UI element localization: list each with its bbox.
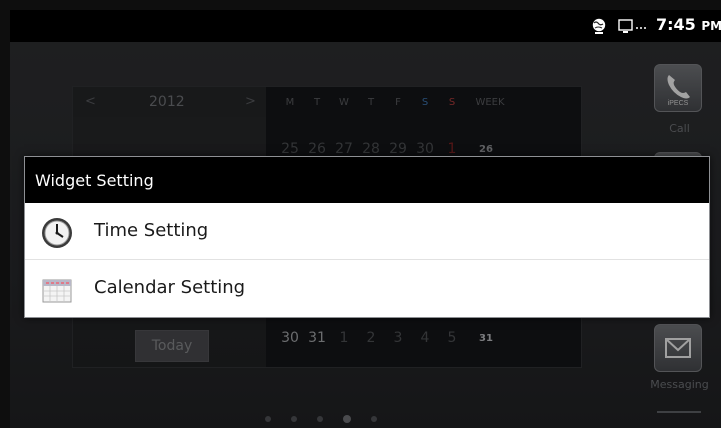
status-time: 7:45	[656, 15, 696, 34]
calendar-setting-label: Calendar Setting	[94, 277, 246, 298]
network-globe-icon	[592, 18, 606, 34]
status-ampm: PM	[701, 19, 721, 33]
calendar-setting-option[interactable]: Calendar Setting	[25, 260, 709, 317]
time-setting-label: Time Setting	[94, 220, 209, 241]
screen-connection-icon	[618, 19, 646, 33]
time-setting-option[interactable]: Time Setting	[25, 203, 709, 260]
screen: { "status_bar": { "time": "7:45", "ampm"…	[0, 0, 721, 428]
status-bar: 7:45 PM	[10, 10, 721, 42]
calendar-icon	[42, 279, 72, 303]
widget-setting-dialog: Widget Setting Time Setting Calendar Set…	[24, 156, 710, 318]
dialog-title: Widget Setting	[25, 157, 709, 203]
status-clock: 7:45 PM	[656, 15, 721, 34]
clock-icon	[42, 218, 72, 248]
